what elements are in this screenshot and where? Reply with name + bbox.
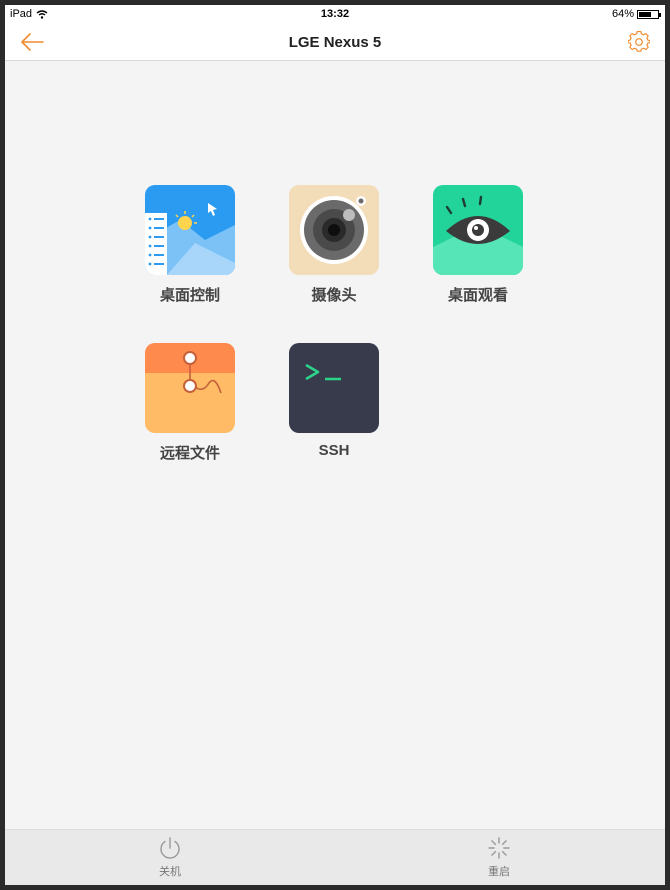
restart-label: 重启 <box>488 866 510 878</box>
app-desktop-view[interactable]: 桌面观看 <box>423 185 533 305</box>
remote-files-icon <box>145 343 235 433</box>
battery-icon <box>637 9 661 19</box>
app-label: 摄像头 <box>311 287 357 304</box>
status-bar: iPad 13:32 64% <box>5 5 665 23</box>
nav-bar: LGE Nexus 5 <box>5 23 665 61</box>
shutdown-label: 关机 <box>159 866 181 878</box>
restart-spinner-icon <box>488 837 510 859</box>
camera-icon <box>289 185 379 275</box>
app-label: 远程文件 <box>159 445 220 462</box>
clock: 13:32 <box>320 8 350 20</box>
app-label: 桌面控制 <box>159 287 220 304</box>
battery-percent: 64% <box>611 8 634 20</box>
desktop-control-icon <box>145 185 235 275</box>
gear-icon[interactable] <box>628 31 650 53</box>
app-label: 桌面观看 <box>447 287 508 304</box>
eye-icon <box>433 185 523 275</box>
power-icon <box>160 837 180 859</box>
shutdown-button[interactable]: 关机 <box>140 836 200 879</box>
page-title: LGE Nexus 5 <box>288 34 382 51</box>
screen: iPad 13:32 64% LGE Nexus 5 桌面控制 摄像头 桌面观看… <box>5 5 665 885</box>
app-camera[interactable]: 摄像头 <box>279 185 389 305</box>
terminal-icon <box>289 343 379 433</box>
battery-fill <box>639 11 651 17</box>
app-ssh[interactable]: SSH <box>279 343 389 459</box>
app-label: SSH <box>318 442 350 459</box>
app-remote-files[interactable]: 远程文件 <box>135 343 245 463</box>
app-desktop-control[interactable]: 桌面控制 <box>135 185 245 305</box>
bottom-toolbar: 关机 重启 <box>5 829 665 885</box>
restart-button[interactable]: 重启 <box>469 836 529 879</box>
